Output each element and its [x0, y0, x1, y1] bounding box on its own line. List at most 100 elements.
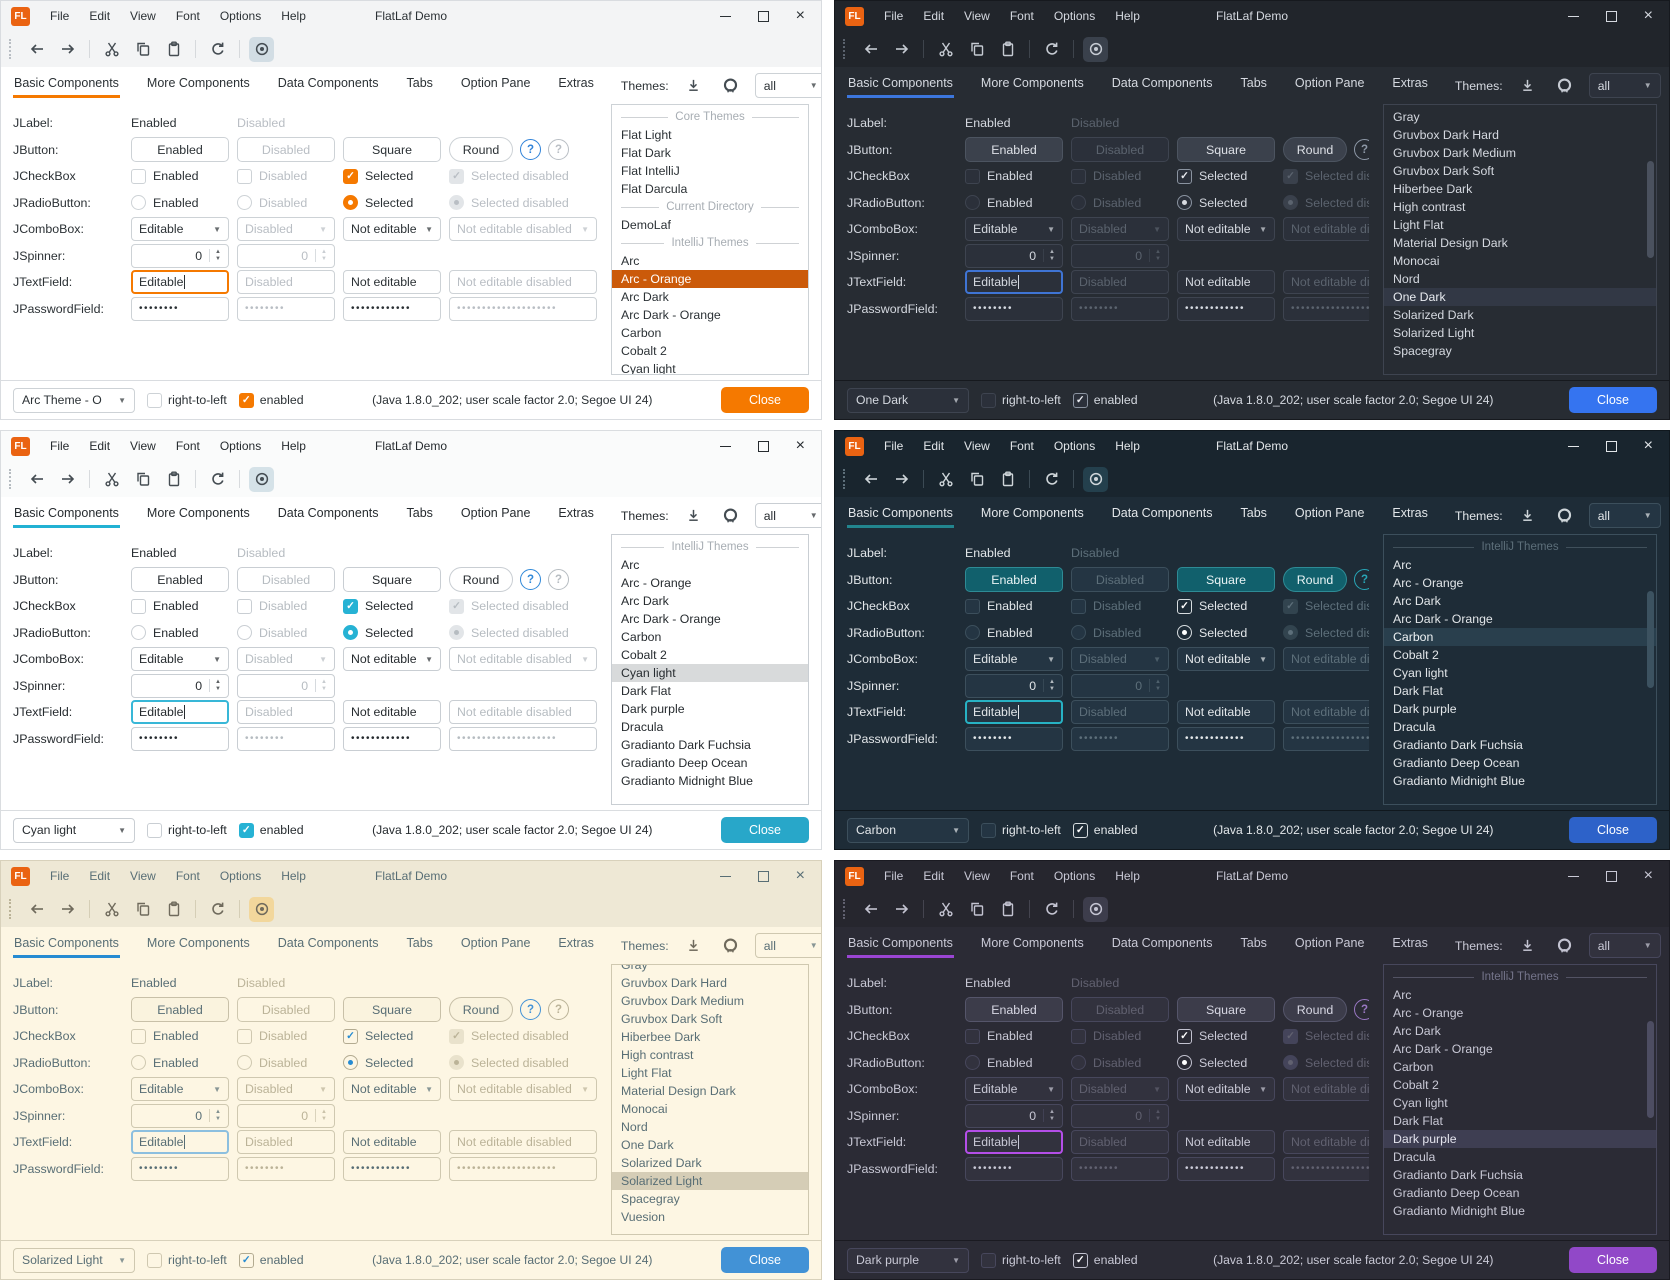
theme-list-item[interactable]: Cyan light [612, 360, 808, 375]
menu-edit[interactable]: Edit [913, 9, 954, 23]
enabled-checkbox[interactable]: ✓enabled [1073, 393, 1138, 408]
square-button[interactable]: Square [1177, 997, 1275, 1022]
github-button[interactable] [1552, 503, 1577, 528]
combobox-not-editable[interactable]: Not editable▼ [343, 647, 441, 671]
tab-extras[interactable]: Extras [1391, 499, 1428, 529]
back-button[interactable] [858, 467, 883, 492]
combobox-not-editable[interactable]: Not editable▼ [1177, 647, 1275, 671]
theme-list-item[interactable]: Arc Dark - Orange [612, 610, 808, 628]
show-hidden-toggle[interactable] [1083, 897, 1108, 922]
theme-list-item[interactable]: One Dark [612, 1136, 808, 1154]
maximize-button[interactable] [758, 871, 769, 882]
theme-list-item[interactable]: Solarized Light [1384, 324, 1656, 342]
textfield-not-editable[interactable]: Not editable [1177, 700, 1275, 724]
forward-button[interactable] [889, 897, 914, 922]
checkbox-selected[interactable]: ✓Selected [343, 599, 441, 614]
download-theme-button[interactable] [1515, 503, 1540, 528]
theme-list-item[interactable]: Gruvbox Dark Soft [1384, 162, 1656, 180]
enabled-checkbox[interactable]: ✓enabled [1073, 1253, 1138, 1268]
textfield-not-editable[interactable]: Not editable [343, 270, 441, 294]
radio-enabled[interactable]: Enabled [131, 195, 229, 210]
maximize-button[interactable] [758, 441, 769, 452]
spinner-arrows-icon[interactable]: ▲▼ [209, 1109, 221, 1122]
combobox-not-editable[interactable]: Not editable▼ [343, 1077, 441, 1101]
textfield-editable[interactable]: Editable [965, 270, 1063, 294]
radio-enabled[interactable]: Enabled [131, 1055, 229, 1070]
tab-basic-components[interactable]: Basic Components [13, 929, 120, 959]
refresh-button[interactable] [205, 37, 230, 62]
forward-button[interactable] [889, 37, 914, 62]
theme-filter-select[interactable]: all▼ [755, 933, 822, 958]
passwordfield-editable[interactable]: •••••••• [965, 727, 1063, 751]
minimize-button[interactable] [1568, 16, 1579, 17]
tab-more-components[interactable]: More Components [980, 499, 1085, 529]
menu-view[interactable]: View [120, 439, 166, 453]
theme-list-item[interactable]: Light Flat [612, 1064, 808, 1082]
passwordfield-editable[interactable]: •••••••• [965, 1157, 1063, 1181]
cut-button[interactable] [99, 897, 124, 922]
tab-tabs[interactable]: Tabs [1240, 929, 1268, 959]
maximize-button[interactable] [1606, 11, 1617, 22]
paste-button[interactable] [995, 467, 1020, 492]
theme-list-item[interactable]: Arc Dark - Orange [1384, 610, 1656, 628]
theme-list-item[interactable]: Vuesion [612, 1208, 808, 1226]
theme-list-item[interactable]: Dracula [1384, 718, 1656, 736]
tab-basic-components[interactable]: Basic Components [847, 499, 954, 529]
textfield-editable[interactable]: Editable [131, 700, 229, 724]
theme-list-item[interactable]: Cobalt 2 [612, 646, 808, 664]
tab-option-pane[interactable]: Option Pane [1294, 499, 1366, 529]
radio-enabled[interactable]: Enabled [131, 625, 229, 640]
copy-button[interactable] [964, 467, 989, 492]
download-theme-button[interactable] [681, 933, 706, 958]
textfield-not-editable[interactable]: Not editable [1177, 1130, 1275, 1154]
toolbar-grip[interactable] [9, 469, 14, 489]
menu-edit[interactable]: Edit [79, 869, 120, 883]
textfield-not-editable[interactable]: Not editable [343, 1130, 441, 1154]
passwordfield-editable[interactable]: •••••••• [131, 297, 229, 321]
theme-list-item[interactable]: Gradianto Deep Ocean [1384, 1184, 1656, 1202]
theme-list-item[interactable]: Flat IntelliJ [612, 162, 808, 180]
theme-list-item[interactable]: Arc Dark [612, 288, 808, 306]
github-button[interactable] [1552, 73, 1577, 98]
theme-list-item[interactable]: Gray [612, 964, 808, 974]
tab-extras[interactable]: Extras [557, 499, 594, 529]
toolbar-grip[interactable] [843, 39, 848, 59]
theme-list-item[interactable]: Cobalt 2 [1384, 1076, 1656, 1094]
show-hidden-toggle[interactable] [1083, 467, 1108, 492]
cut-button[interactable] [933, 467, 958, 492]
tab-extras[interactable]: Extras [1391, 69, 1428, 99]
menu-font[interactable]: Font [1000, 439, 1044, 453]
round-button[interactable]: Round [449, 997, 513, 1022]
checkbox-selected[interactable]: ✓Selected [343, 1029, 441, 1044]
close-window-button[interactable]: × [796, 438, 805, 454]
theme-list-item[interactable]: High contrast [612, 1046, 808, 1064]
theme-list-item[interactable]: Dark Flat [1384, 1112, 1656, 1130]
refresh-button[interactable] [1039, 897, 1064, 922]
checkbox-enabled[interactable]: ✓Enabled [131, 169, 229, 184]
menu-edit[interactable]: Edit [79, 439, 120, 453]
help-button[interactable]: ? [520, 139, 541, 160]
theme-list-item[interactable]: Cyan light [1384, 1094, 1656, 1112]
checkbox-selected[interactable]: ✓Selected [1177, 169, 1275, 184]
menu-help[interactable]: Help [1105, 439, 1150, 453]
close-button[interactable]: Close [721, 817, 809, 843]
theme-list-item[interactable]: Hiberbee Dark [1384, 180, 1656, 198]
back-button[interactable] [858, 897, 883, 922]
spinner-arrows-icon[interactable]: ▲▼ [1043, 249, 1055, 262]
enabled-button[interactable]: Enabled [131, 997, 229, 1022]
checkbox-selected[interactable]: ✓Selected [343, 169, 441, 184]
enabled-button[interactable]: Enabled [965, 567, 1063, 592]
menu-options[interactable]: Options [210, 869, 271, 883]
theme-list-item[interactable]: Dracula [1384, 1148, 1656, 1166]
checkbox-enabled[interactable]: ✓Enabled [965, 1029, 1063, 1044]
spinner-enabled[interactable]: 0▲▼ [131, 674, 229, 698]
download-theme-button[interactable] [681, 73, 706, 98]
copy-button[interactable] [964, 897, 989, 922]
menu-options[interactable]: Options [1044, 439, 1105, 453]
right-to-left-checkbox[interactable]: ✓right-to-left [147, 1253, 227, 1268]
tab-tabs[interactable]: Tabs [406, 499, 434, 529]
menu-font[interactable]: Font [1000, 869, 1044, 883]
menu-help[interactable]: Help [271, 869, 316, 883]
theme-list-item[interactable]: Spacegray [612, 1190, 808, 1208]
menu-help[interactable]: Help [1105, 9, 1150, 23]
